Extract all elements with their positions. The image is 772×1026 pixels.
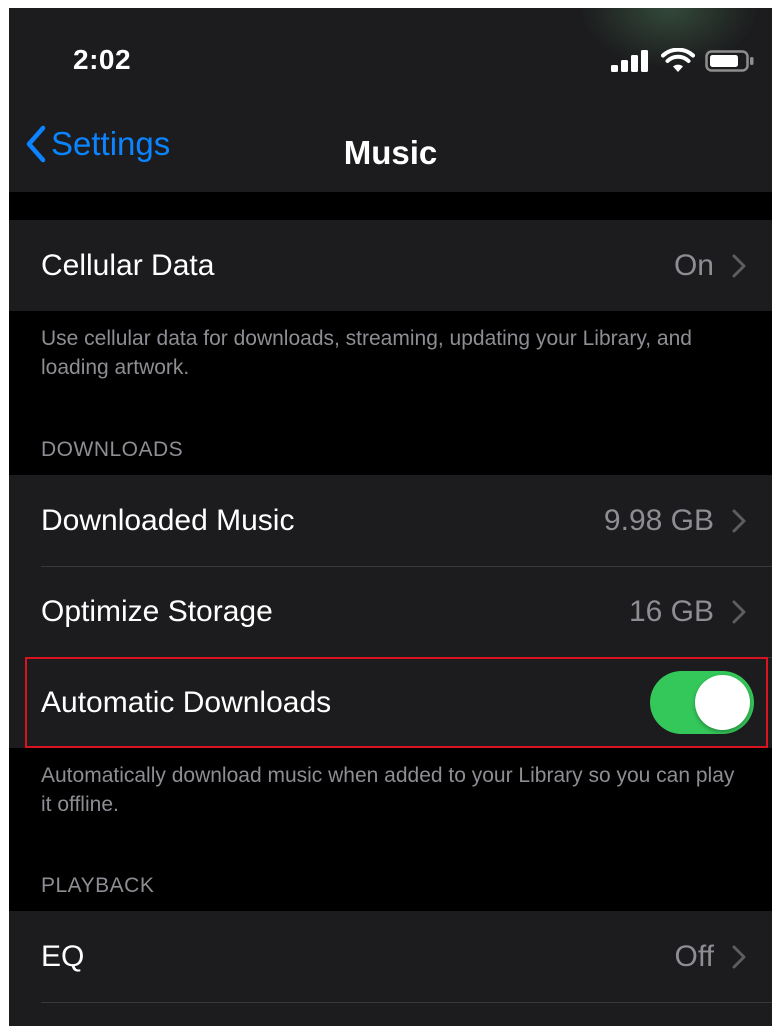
automatic-downloads-toggle[interactable] [650,671,754,734]
chevron-right-icon [732,509,746,532]
cellular-data-value: On [673,248,714,282]
playback-group: EQ Off [9,911,772,1026]
status-bar: 2:02 [9,8,772,100]
cellular-data-label: Cellular Data [41,248,215,282]
cellular-signal-icon [611,50,648,72]
battery-icon [705,50,754,72]
eq-row[interactable]: EQ Off [9,911,772,1002]
row-separator [41,1002,772,1003]
automatic-downloads-footer: Automatically download music when added … [41,764,735,816]
status-icons [611,48,761,72]
status-time: 2:02 [73,44,132,75]
cellular-footer: Use cellular data for downloads, streami… [41,327,692,379]
optimize-storage-row[interactable]: Optimize Storage 16 GB [9,566,772,657]
chevron-right-icon [732,254,746,277]
page-title: Music [343,134,438,171]
optimize-storage-label: Optimize Storage [41,594,273,628]
automatic-downloads-label: Automatic Downloads [41,685,332,719]
phone-screen: 2:02 Settings Music Cellular Data On Use… [9,8,772,1026]
eq-value: Off [674,939,714,973]
optimize-storage-value: 16 GB [628,594,714,628]
playback-header: PLAYBACK [41,874,155,897]
navigation-bar: Settings Music [9,100,772,192]
cellular-group: Cellular Data On [9,220,772,311]
eq-label: EQ [41,939,85,973]
automatic-downloads-row: Automatic Downloads [9,657,772,748]
downloads-header: DOWNLOADS [41,438,184,461]
downloads-group: Downloaded Music 9.98 GB Optimize Storag… [9,475,772,748]
cellular-data-row[interactable]: Cellular Data On [9,220,772,311]
downloaded-music-row[interactable]: Downloaded Music 9.98 GB [9,475,772,566]
chevron-right-icon [732,945,746,968]
downloaded-music-label: Downloaded Music [41,503,295,537]
toggle-knob [695,675,750,730]
downloaded-music-value: 9.98 GB [603,503,714,537]
chevron-right-icon [732,600,746,623]
wifi-icon [661,48,695,72]
